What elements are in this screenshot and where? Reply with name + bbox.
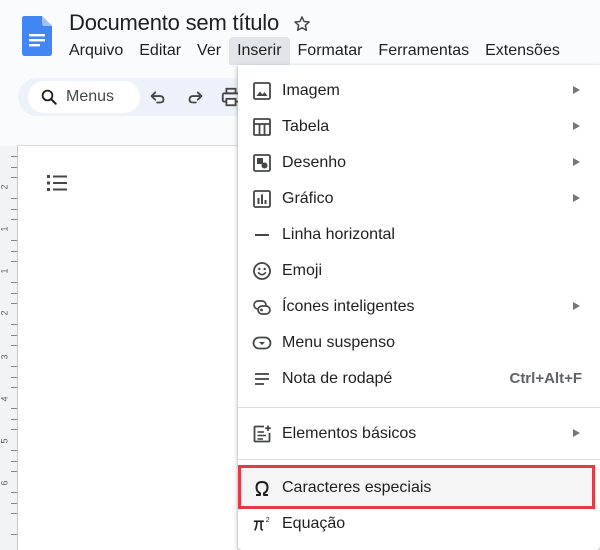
insert-drawing-item[interactable]: Desenho — [238, 145, 600, 181]
menu-item-label: Elementos básicos — [282, 425, 417, 442]
menu-divider — [238, 459, 600, 460]
document-outline-icon[interactable] — [45, 172, 69, 194]
menu-item-label: Menu suspenso — [282, 334, 395, 351]
menu-bar: Arquivo Editar Ver Inserir Formatar Ferr… — [61, 37, 568, 65]
ruler-number: 1 — [0, 226, 10, 232]
menu-insert[interactable]: Inserir — [229, 37, 290, 65]
submenu-arrow-icon — [573, 194, 580, 202]
emoji-icon — [253, 262, 271, 280]
submenu-arrow-icon — [573, 86, 580, 94]
ruler-number: 3 — [0, 354, 10, 360]
ruler-number: 4 — [0, 396, 10, 402]
insert-image-item[interactable]: Imagem — [238, 73, 600, 109]
menu-extensions[interactable]: Extensões — [477, 37, 568, 65]
undo-icon[interactable] — [147, 86, 169, 108]
menu-item-label: Ícones inteligentes — [282, 298, 415, 315]
menu-edit[interactable]: Editar — [131, 37, 189, 65]
menu-item-label: Equação — [282, 515, 346, 532]
insert-special-characters-item[interactable]: Caracteres especiais — [238, 470, 600, 506]
smart-chips-icon — [253, 300, 271, 315]
ruler-number: 2 — [0, 310, 10, 316]
insert-equation-item[interactable]: 2 Equação — [238, 506, 600, 542]
dropdown-icon — [252, 336, 272, 350]
submenu-arrow-icon — [573, 158, 580, 166]
menu-view[interactable]: Ver — [189, 37, 229, 65]
pi-icon: 2 — [253, 515, 270, 531]
menu-format[interactable]: Formatar — [290, 37, 371, 65]
insert-chart-item[interactable]: Gráfico — [238, 181, 600, 217]
menu-tools[interactable]: Ferramentas — [370, 37, 477, 65]
drawing-icon — [253, 154, 271, 172]
menu-item-label: Gráfico — [282, 190, 334, 207]
search-menus-button[interactable]: Menus — [28, 81, 140, 113]
insert-building-blocks-item[interactable]: Elementos básicos — [238, 416, 600, 452]
submenu-arrow-icon — [573, 429, 580, 437]
footnote-icon — [255, 373, 269, 385]
insert-table-item[interactable]: Tabela — [238, 109, 600, 145]
search-icon — [41, 89, 57, 105]
menu-item-label: Nota de rodapé — [282, 370, 393, 387]
omega-icon — [255, 481, 269, 496]
vertical-ruler: 2 1 1 2 3 4 5 6 — [0, 146, 18, 550]
insert-emoji-item[interactable]: Emoji — [238, 253, 600, 289]
image-icon — [253, 82, 271, 100]
table-icon — [253, 118, 271, 136]
menu-item-label: Linha horizontal — [282, 226, 395, 243]
building-blocks-icon — [253, 425, 271, 443]
horizontal-line-icon — [255, 234, 269, 236]
menu-item-label: Tabela — [282, 118, 330, 135]
insert-smart-chips-item[interactable]: Ícones inteligentes — [238, 289, 600, 325]
menu-item-label: Imagem — [282, 82, 340, 99]
chart-icon — [253, 190, 271, 208]
insert-dropdown-item[interactable]: Menu suspenso — [238, 325, 600, 361]
menu-item-label: Caracteres especiais — [282, 479, 432, 496]
shortcut-label: Ctrl+Alt+F — [509, 370, 582, 387]
submenu-arrow-icon — [573, 302, 580, 310]
submenu-arrow-icon — [573, 122, 580, 130]
insert-horizontal-line-item[interactable]: Linha horizontal — [238, 217, 600, 253]
ruler-number: 1 — [0, 268, 10, 274]
menu-item-label: Emoji — [282, 262, 323, 279]
menu-item-label: Desenho — [282, 154, 347, 171]
menu-file[interactable]: Arquivo — [61, 37, 131, 65]
search-menus-label: Menus — [66, 88, 115, 105]
ruler-number: 6 — [0, 480, 10, 486]
document-title[interactable]: Documento sem título — [69, 10, 279, 36]
ruler-number: 2 — [0, 184, 10, 190]
insert-footnote-item[interactable]: Nota de rodapé Ctrl+Alt+F — [238, 361, 600, 397]
google-docs-icon[interactable] — [22, 16, 52, 56]
ruler-number: 5 — [0, 438, 10, 444]
svg-text:2: 2 — [266, 515, 270, 524]
menu-divider — [238, 407, 600, 408]
redo-icon[interactable] — [184, 86, 206, 108]
star-icon[interactable] — [292, 14, 312, 34]
